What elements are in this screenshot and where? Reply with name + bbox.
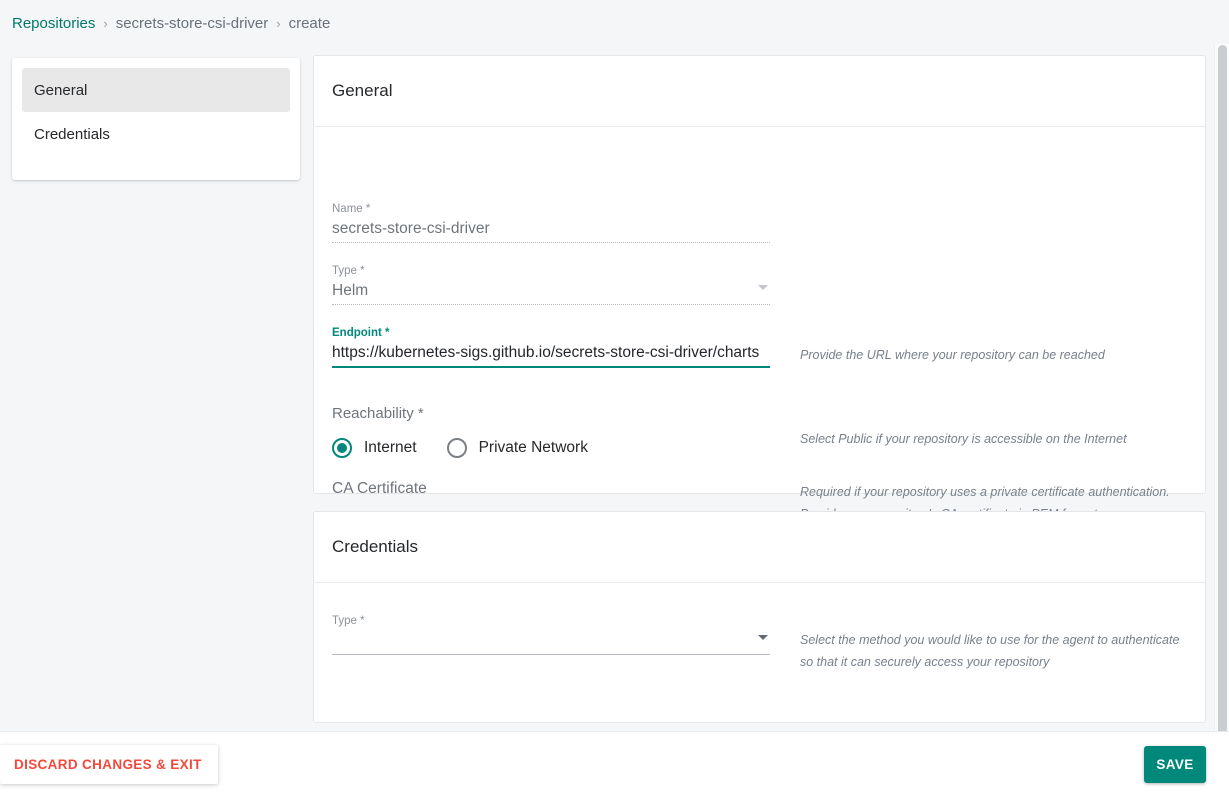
radio-internet-label: Internet xyxy=(364,439,417,456)
chevron-down-icon[interactable] xyxy=(758,635,768,640)
credentials-type-select-value[interactable] xyxy=(332,628,770,654)
repository-create-page: Repositories › secrets-store-csi-driver … xyxy=(0,0,1229,800)
reachability-radio-group: Internet Private Network xyxy=(332,438,770,458)
discard-changes-button[interactable]: DISCARD CHANGES & EXIT xyxy=(14,757,202,772)
name-input: secrets-store-csi-driver xyxy=(332,220,490,237)
endpoint-hint: Provide the URL where your repository ca… xyxy=(800,348,1105,362)
type-underline xyxy=(332,304,770,305)
radio-internet-indicator xyxy=(332,438,352,458)
credentials-type-field-row: Type * Select the method you would like … xyxy=(332,614,1187,673)
breadcrumb-separator-2: › xyxy=(276,15,281,31)
type-field-row: Type * Helm xyxy=(332,264,1187,305)
breadcrumb-link-repositories[interactable]: Repositories xyxy=(12,15,95,32)
reachability-field-row: Reachability * Internet Private Network xyxy=(332,403,1187,458)
page-scrollbar-thumb[interactable] xyxy=(1218,45,1227,731)
endpoint-field-row: Endpoint * https://kubernetes-sigs.githu… xyxy=(332,326,1187,368)
breadcrumb: Repositories › secrets-store-csi-driver … xyxy=(12,11,330,35)
ca-certificate-label: CA Certificate xyxy=(332,480,427,497)
credentials-type-field[interactable]: Type * xyxy=(332,614,770,655)
sidebar-item-credentials-label: Credentials xyxy=(34,125,110,143)
name-field: Name * secrets-store-csi-driver xyxy=(332,202,770,243)
breadcrumb-item-create: create xyxy=(288,14,331,32)
sidebar-item-general-label: General xyxy=(34,81,88,99)
credentials-type-label: Type * xyxy=(332,615,365,627)
breadcrumb-separator-1: › xyxy=(103,15,108,31)
general-card-title: General xyxy=(332,81,393,100)
name-underline xyxy=(332,242,770,243)
sidebar-item-general[interactable]: General xyxy=(22,68,290,112)
breadcrumb-item-repo[interactable]: secrets-store-csi-driver xyxy=(116,15,269,32)
general-card-header: General xyxy=(314,56,1205,127)
credentials-section-card: Credentials Type * Select the method you… xyxy=(313,511,1206,723)
save-button[interactable]: SAVE xyxy=(1144,746,1206,783)
section-nav: General Credentials xyxy=(12,58,300,180)
form-action-bar: DISCARD CHANGES & EXIT SAVE xyxy=(0,731,1229,800)
radio-internet[interactable]: Internet xyxy=(332,438,417,458)
credentials-card-header: Credentials xyxy=(314,512,1205,583)
content-scroll-area: General Credentials General Name * secre… xyxy=(0,44,1229,731)
reachability-field: Reachability * Internet Private Network xyxy=(332,403,770,458)
type-field: Type * Helm xyxy=(332,264,770,305)
radio-private-network-label: Private Network xyxy=(478,439,588,456)
reachability-label: Reachability * xyxy=(332,405,424,422)
type-select-value: Helm xyxy=(332,282,369,299)
endpoint-underline xyxy=(332,366,770,368)
credentials-card-title: Credentials xyxy=(332,537,418,556)
name-field-row: Name * secrets-store-csi-driver xyxy=(332,202,1187,243)
general-section-card: General Name * secrets-store-csi-driver xyxy=(313,55,1206,536)
sidebar-item-credentials[interactable]: Credentials xyxy=(22,112,290,156)
endpoint-input[interactable]: https://kubernetes-sigs.github.io/secret… xyxy=(332,340,770,366)
chevron-down-icon xyxy=(758,285,768,290)
credentials-type-hint: Select the method you would like to use … xyxy=(800,633,1180,669)
endpoint-field: Endpoint * https://kubernetes-sigs.githu… xyxy=(332,326,770,368)
page-scrollbar[interactable] xyxy=(1214,44,1229,731)
discard-button-container[interactable]: DISCARD CHANGES & EXIT xyxy=(0,745,218,784)
credentials-type-underline xyxy=(332,654,770,655)
radio-private-network[interactable]: Private Network xyxy=(446,438,588,458)
name-field-label: Name * xyxy=(332,203,371,215)
reachability-hint: Select Public if your repository is acce… xyxy=(800,432,1127,446)
type-field-label: Type * xyxy=(332,265,365,277)
endpoint-field-label: Endpoint * xyxy=(332,327,390,339)
radio-private-network-indicator xyxy=(446,438,467,458)
